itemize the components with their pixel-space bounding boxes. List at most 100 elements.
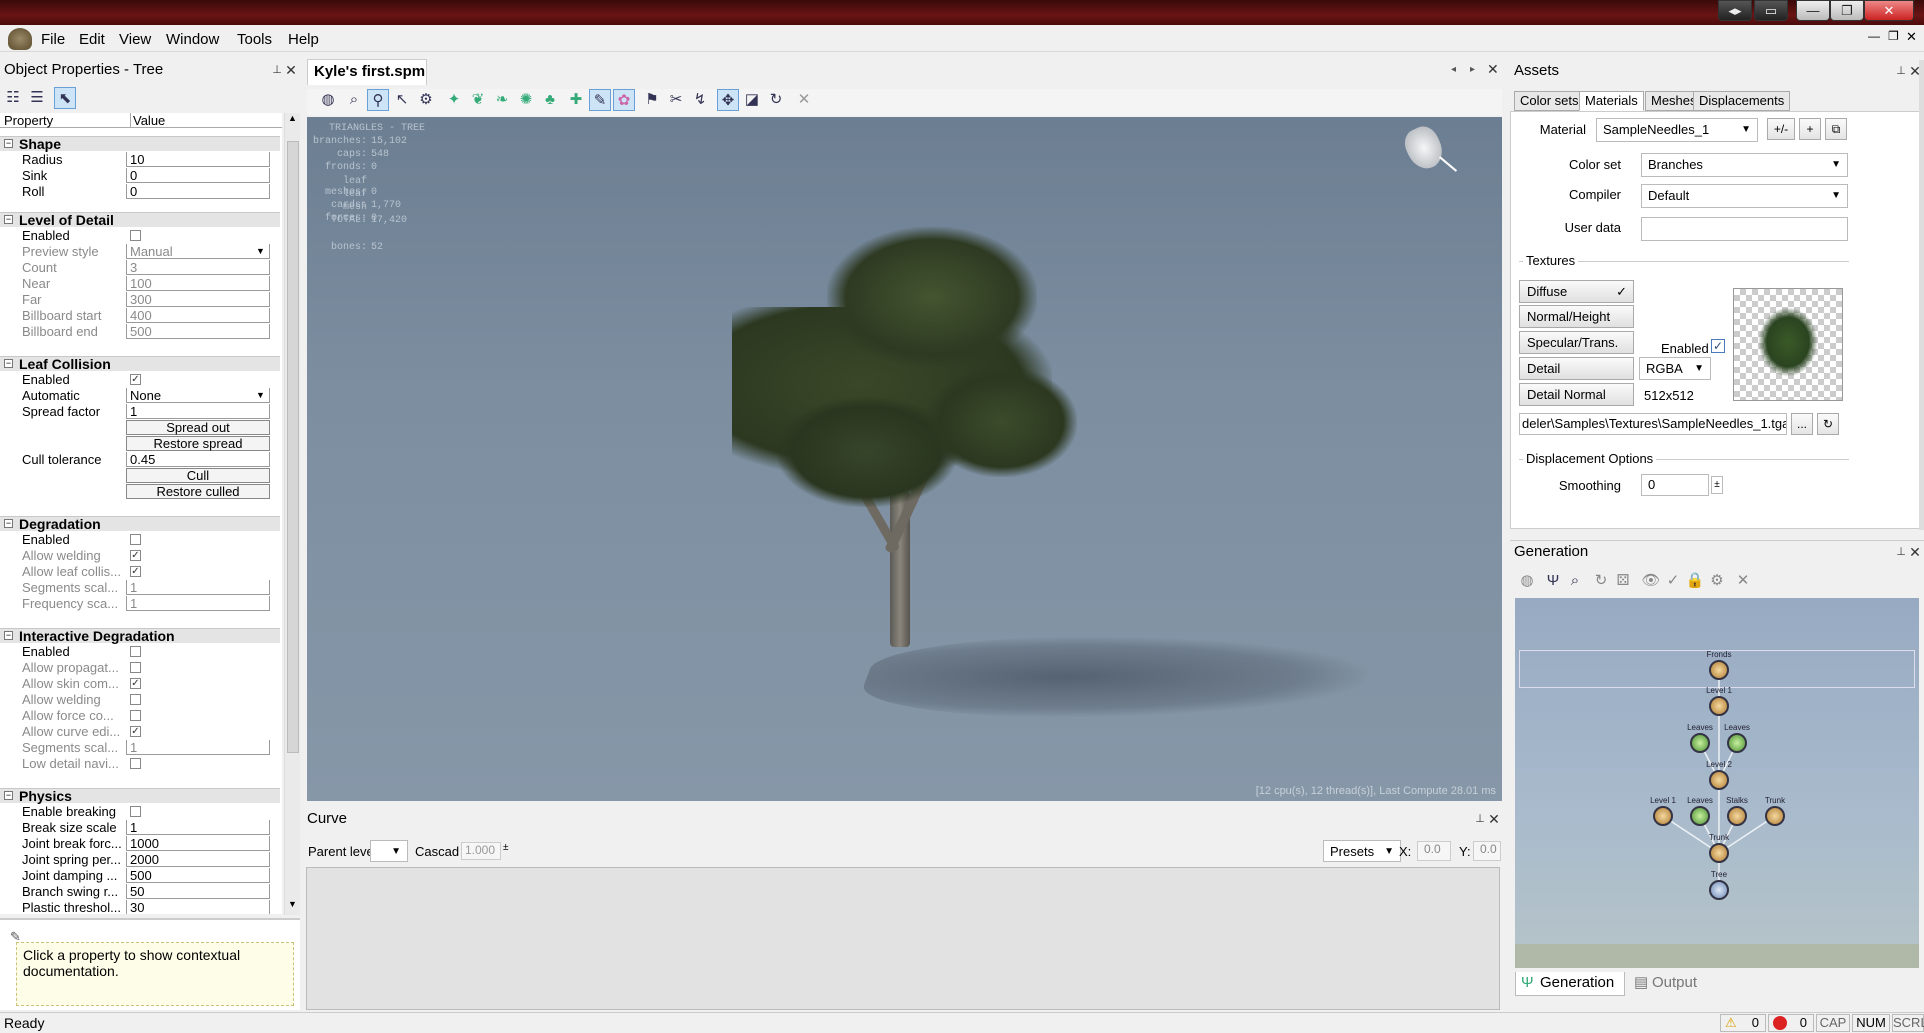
prop-deg-enabled[interactable]: Enabled — [0, 532, 280, 548]
pin-icon[interactable]: ⊥ — [1473, 808, 1487, 830]
mdi-close-icon[interactable]: ✕ — [1906, 29, 1917, 45]
format-dropdown[interactable]: RGBA ▼ — [1639, 357, 1711, 380]
prop-break-size-scale[interactable]: Break size scale 1 — [0, 820, 280, 836]
pin-icon[interactable]: ⊥ — [1894, 541, 1908, 563]
prop-roll[interactable]: Roll 0 — [0, 184, 280, 200]
section-physics[interactable]: − Physics — [0, 788, 280, 804]
prop-leafcol-enabled[interactable]: Enabled ✓ — [0, 372, 280, 388]
leaf-brush-icon[interactable]: ❦ — [467, 89, 489, 111]
prop-radius[interactable]: Radius 10 — [0, 152, 280, 168]
delete-icon[interactable]: ✕ — [1732, 570, 1754, 592]
generation-graph[interactable]: Fronds Level 1 Leaves Leaves Level 2 Lev… — [1515, 598, 1919, 968]
mdi-minimize-icon[interactable]: — — [1868, 29, 1880, 43]
prop-sink[interactable]: Sink 0 — [0, 168, 280, 184]
add-material-button[interactable]: + — [1799, 118, 1821, 140]
grow-leaf-icon[interactable]: ✦ — [443, 89, 465, 111]
scale-icon[interactable]: ◪ — [741, 89, 763, 111]
prop-allow-skin[interactable]: Allow skin com... ✓ — [0, 676, 280, 692]
select-tree-icon[interactable]: ⚲ — [367, 89, 389, 111]
branch-icon[interactable]: Ψ — [1542, 570, 1564, 592]
document-close-icon[interactable]: ✕ — [1487, 61, 1499, 78]
restore-nav-button[interactable]: ◂▸ — [1718, 0, 1752, 21]
prop-spread-factor[interactable]: Spread factor 1 — [0, 404, 280, 420]
curve-editor[interactable] — [306, 867, 1500, 1010]
zoom-icon[interactable]: ⌕ — [343, 89, 365, 111]
flower-icon[interactable]: ✿ — [613, 89, 635, 111]
maximize-button[interactable]: ❐ — [1830, 0, 1864, 21]
frond-icon[interactable]: ❧ — [491, 89, 513, 111]
scroll-down-icon[interactable]: ▼ — [288, 899, 297, 909]
restore-spread-button[interactable]: Restore spread — [126, 436, 270, 451]
smoothing-spinner-icon[interactable]: ± — [1711, 476, 1723, 494]
close-icon[interactable]: ✕ — [1908, 541, 1922, 563]
output-tab[interactable]: ▤ Output — [1628, 972, 1718, 996]
prop-automatic[interactable]: Automatic None ▼ — [0, 388, 280, 404]
material-dropdown[interactable]: SampleNeedles_1 ▼ — [1596, 118, 1758, 142]
reload-icon[interactable]: ↻ — [1817, 413, 1839, 435]
prop-near[interactable]: Near 100 — [0, 276, 280, 292]
x-input[interactable]: 0.0 — [1417, 841, 1451, 861]
refresh-icon[interactable]: ↻ — [1590, 570, 1612, 592]
properties-scrollbar[interactable]: ▲ ▼ — [284, 113, 300, 915]
prune-icon[interactable]: ✂ — [665, 89, 687, 111]
detail-normal-button[interactable]: Detail Normal — [1519, 383, 1634, 406]
lock-icon[interactable]: 🔒 — [1684, 570, 1706, 592]
prop-branch-swing[interactable]: Branch swing r... 50 — [0, 884, 280, 900]
select-help-icon[interactable]: ⬉ — [54, 87, 76, 109]
prop-segments-scale[interactable]: Segments scal... 1 — [0, 580, 280, 596]
node-leaves-b[interactable] — [1727, 733, 1747, 753]
prop-billboard-end[interactable]: Billboard end 500 — [0, 324, 280, 340]
add-node-icon[interactable]: ✚ — [565, 89, 587, 111]
flag-icon[interactable]: ⚑ — [641, 89, 663, 111]
detail-button[interactable]: Detail — [1519, 357, 1634, 380]
prop-low-detail-nav[interactable]: Low detail navi... — [0, 756, 280, 772]
node-fronds[interactable] — [1709, 660, 1729, 680]
prop-cull-tolerance[interactable]: Cull tolerance 0.45 — [0, 452, 280, 468]
enabled-checkbox[interactable]: ✓ — [1711, 339, 1725, 353]
y-input[interactable]: 0.0 — [1473, 841, 1501, 861]
colorset-dropdown[interactable]: Branches ▼ — [1641, 153, 1848, 177]
prop-idg-segments-scale[interactable]: Segments scal... 1 — [0, 740, 280, 756]
settings-icon[interactable]: ⚙ — [1706, 570, 1728, 592]
small-tree-icon[interactable]: ♣ — [539, 89, 561, 111]
bend-icon[interactable]: ↯ — [689, 89, 711, 111]
section-interactive-degradation[interactable]: − Interactive Degradation — [0, 628, 280, 644]
node-trunk-a[interactable] — [1765, 806, 1785, 826]
node-tree[interactable] — [1709, 880, 1729, 900]
select-gear-icon[interactable]: ⚙ — [415, 89, 437, 111]
diffuse-button[interactable]: Diffuse ✓ — [1519, 280, 1634, 303]
specular-trans-button[interactable]: Specular/Trans. — [1519, 331, 1634, 354]
tab-materials[interactable]: Materials — [1579, 91, 1644, 111]
normal-height-button[interactable]: Normal/Height — [1519, 305, 1634, 328]
randomize-icon[interactable]: ⚄ — [1612, 570, 1634, 592]
3d-viewport[interactable]: TRIANGLES - TREE branches: 15,102 caps: 548… — [307, 117, 1502, 801]
minimize-button[interactable]: — — [1796, 0, 1830, 21]
sparkle-icon[interactable]: ✺ — [515, 89, 537, 111]
section-degradation[interactable]: − Degradation — [0, 516, 280, 532]
dropdown-arrow-icon[interactable]: ▼ — [256, 244, 265, 259]
world-icon[interactable]: ◍ — [1516, 570, 1538, 592]
zoom-icon[interactable]: ⌕ — [1564, 570, 1586, 592]
node-level2[interactable] — [1709, 770, 1729, 790]
compiler-dropdown[interactable]: Default ▼ — [1641, 184, 1848, 208]
prop-idg-enabled[interactable]: Enabled — [0, 644, 280, 660]
paint-icon[interactable]: ✎ — [589, 89, 611, 111]
cull-button[interactable]: Cull — [126, 468, 270, 483]
menu-view[interactable]: View — [119, 31, 151, 48]
section-lod[interactable]: − Level of Detail — [0, 212, 280, 228]
prop-plastic-threshold[interactable]: Plastic threshol... 30 — [0, 900, 280, 914]
copy-material-icon[interactable]: ⧉ — [1825, 118, 1847, 140]
visibility-icon[interactable]: 👁 — [1640, 570, 1662, 592]
tab-color-sets[interactable]: Color sets — [1514, 91, 1585, 111]
tab-scroll-left-icon[interactable]: ◂ — [1451, 64, 1456, 75]
close-icon[interactable]: ✕ — [1487, 808, 1501, 830]
menu-file[interactable]: File — [41, 31, 65, 48]
window-mode-button[interactable]: ▭ — [1754, 0, 1788, 21]
move-icon[interactable]: ✥ — [717, 89, 739, 111]
menu-edit[interactable]: Edit — [79, 31, 105, 48]
texture-path-input[interactable]: deler\Samples\Textures\SampleNeedles_1.t… — [1519, 413, 1787, 435]
node-leaves-c[interactable] — [1690, 806, 1710, 826]
errors-indicator[interactable]: 0 — [1768, 1014, 1814, 1032]
warnings-indicator[interactable]: ⚠ 0 — [1720, 1014, 1766, 1032]
cascade-input[interactable]: 1.000 — [461, 842, 501, 860]
